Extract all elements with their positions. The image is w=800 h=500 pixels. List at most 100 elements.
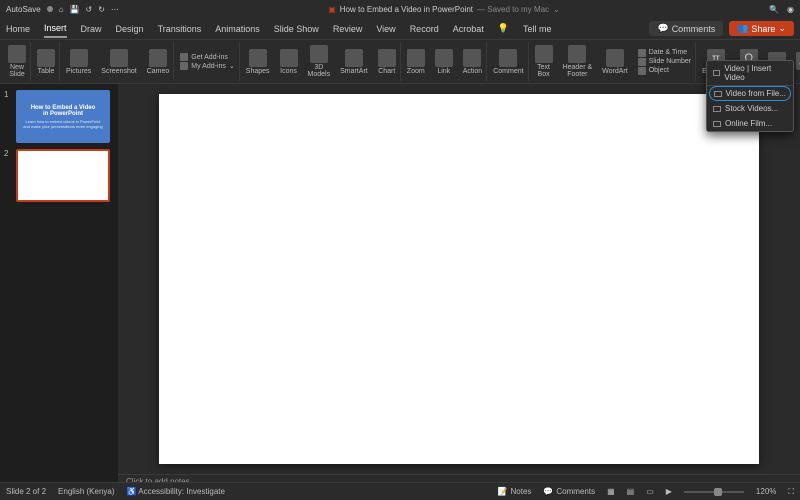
new-slide-button[interactable]: New Slide: [4, 42, 31, 81]
object-button[interactable]: Object: [638, 67, 691, 75]
normal-view-icon[interactable]: ▦: [607, 487, 615, 496]
sorter-view-icon[interactable]: ▤: [627, 487, 635, 496]
wordart-button[interactable]: WordArt: [598, 42, 632, 81]
action-label: Action: [463, 68, 482, 75]
action-button[interactable]: Action: [459, 42, 487, 81]
home-icon[interactable]: ⌂: [59, 5, 64, 14]
textbox-label: Text Box: [537, 64, 550, 78]
tab-draw[interactable]: Draw: [81, 21, 102, 37]
my-addins-label: My Add-ins: [191, 63, 226, 70]
tab-view[interactable]: View: [376, 21, 395, 37]
get-addins-button[interactable]: Get Add-ins: [180, 53, 235, 61]
link-label: Link: [437, 68, 450, 75]
slide-canvas[interactable]: [159, 94, 759, 464]
tab-transitions[interactable]: Transitions: [158, 21, 202, 37]
notes-toggle[interactable]: 📝 Notes: [498, 487, 532, 496]
powerpoint-icon: ▣: [328, 5, 336, 14]
tab-slideshow[interactable]: Slide Show: [274, 21, 319, 37]
autosave-toggle-icon[interactable]: [47, 6, 53, 12]
zoom-slider[interactable]: [684, 491, 744, 493]
shapes-button[interactable]: Shapes: [242, 42, 274, 81]
reading-view-icon[interactable]: ▭: [646, 487, 654, 496]
3d-models-button[interactable]: 3D Models: [304, 42, 335, 81]
document-title: How to Embed a Video in PowerPoint: [340, 5, 473, 14]
online-film-item[interactable]: Online Film...: [707, 116, 793, 131]
zoom-value[interactable]: 120%: [756, 487, 776, 496]
thumbnail-1[interactable]: How to Embed a Video in PowerPoint Learn…: [16, 90, 110, 143]
redo-icon[interactable]: ↻: [98, 5, 105, 14]
tellme-field[interactable]: Tell me: [523, 21, 552, 37]
online-film-label: Online Film...: [725, 119, 772, 128]
video-from-file-label: Video from File...: [726, 89, 786, 98]
tab-review[interactable]: Review: [333, 21, 363, 37]
tab-insert[interactable]: Insert: [44, 20, 67, 38]
slide-indicator[interactable]: Slide 2 of 2: [6, 487, 46, 496]
table-label: Table: [38, 68, 55, 75]
my-addins-button[interactable]: My Add-ins⌄: [180, 62, 235, 70]
smartart-button[interactable]: SmartArt: [336, 42, 372, 81]
thumbnail-1-title: How to Embed a Video in PowerPoint: [31, 105, 96, 117]
stock-videos-item[interactable]: Stock Videos...: [707, 101, 793, 116]
screenshot-button[interactable]: Screenshot: [97, 42, 140, 81]
chevron-down-icon: ⌄: [229, 62, 235, 70]
thumbnail-2-wrap[interactable]: 2: [4, 149, 114, 202]
language-indicator[interactable]: English (Kenya): [58, 487, 114, 496]
video-menu-header: Video | Insert Video: [707, 61, 793, 86]
stock-videos-label: Stock Videos...: [725, 104, 778, 113]
textbox-button[interactable]: Text Box: [531, 42, 557, 81]
comments-toggle[interactable]: 💬 Comments: [543, 487, 595, 496]
notes-pane[interactable]: Click to add notes: [118, 474, 800, 482]
comment-button[interactable]: Comment: [489, 42, 528, 81]
comment-icon: [499, 49, 517, 67]
shapes-icon: [249, 49, 267, 67]
icons-label: Icons: [280, 68, 297, 75]
pictures-button[interactable]: Pictures: [62, 42, 95, 81]
slide-number-button[interactable]: Slide Number: [638, 58, 691, 66]
date-time-button[interactable]: Date & Time: [638, 49, 691, 57]
table-button[interactable]: Table: [33, 42, 60, 81]
thumbnail-2-selected[interactable]: [16, 149, 110, 202]
header-footer-icon: [568, 45, 586, 63]
textbox-icon: [535, 45, 553, 63]
link-button[interactable]: Link: [431, 42, 457, 81]
cameo-icon: [149, 49, 167, 67]
tab-design[interactable]: Design: [116, 21, 144, 37]
chevron-down-icon[interactable]: ⌄: [553, 5, 560, 14]
comments-button[interactable]: 💬 Comments: [649, 21, 723, 36]
zoom-icon: [407, 49, 425, 67]
slideshow-view-icon[interactable]: ▶: [666, 487, 672, 496]
cameo-button[interactable]: Cameo: [143, 42, 175, 81]
addins-group: Get Add-ins My Add-ins⌄: [176, 42, 240, 81]
more-icon[interactable]: ⋯: [111, 5, 119, 14]
tab-acrobat[interactable]: Acrobat: [453, 21, 484, 37]
tab-animations[interactable]: Animations: [215, 21, 260, 37]
slide-number-icon: [638, 58, 646, 66]
undo-icon[interactable]: ↺: [86, 5, 93, 14]
accessibility-indicator[interactable]: ♿ Accessibility: Investigate: [127, 487, 225, 496]
fit-to-window-icon[interactable]: ⛶: [788, 487, 794, 497]
comments-toggle-label: Comments: [556, 487, 595, 496]
cameo-label: Cameo: [147, 68, 170, 75]
search-icon[interactable]: 🔍: [769, 5, 779, 14]
tellme-icon: 💡: [498, 23, 509, 34]
status-bar: Slide 2 of 2 English (Kenya) ♿ Accessibi…: [0, 482, 800, 500]
save-icon[interactable]: 💾: [70, 5, 80, 14]
share-button[interactable]: 👥 Share ⌄: [729, 21, 794, 36]
chart-button[interactable]: Chart: [374, 42, 401, 81]
date-time-icon: [638, 49, 646, 57]
thumbnail-1-subtitle: Learn how to embed videos in PowerPoint …: [23, 119, 102, 129]
icons-button[interactable]: Icons: [276, 42, 302, 81]
header-footer-button[interactable]: Header & Footer: [559, 42, 597, 81]
my-addins-icon: [180, 62, 188, 70]
get-addins-icon: [180, 53, 188, 61]
tab-record[interactable]: Record: [410, 21, 439, 37]
account-icon[interactable]: ◉: [787, 5, 794, 14]
comments-icon: 💬: [657, 23, 668, 34]
video-from-file-item[interactable]: Video from File...: [709, 86, 791, 101]
new-slide-icon: [8, 45, 26, 63]
thumbnail-1-wrap[interactable]: 1 How to Embed a Video in PowerPoint Lea…: [4, 90, 114, 143]
zoom-button[interactable]: Zoom: [403, 42, 429, 81]
icons-icon: [280, 49, 298, 67]
screenshot-icon: [110, 49, 128, 67]
tab-home[interactable]: Home: [6, 21, 30, 37]
